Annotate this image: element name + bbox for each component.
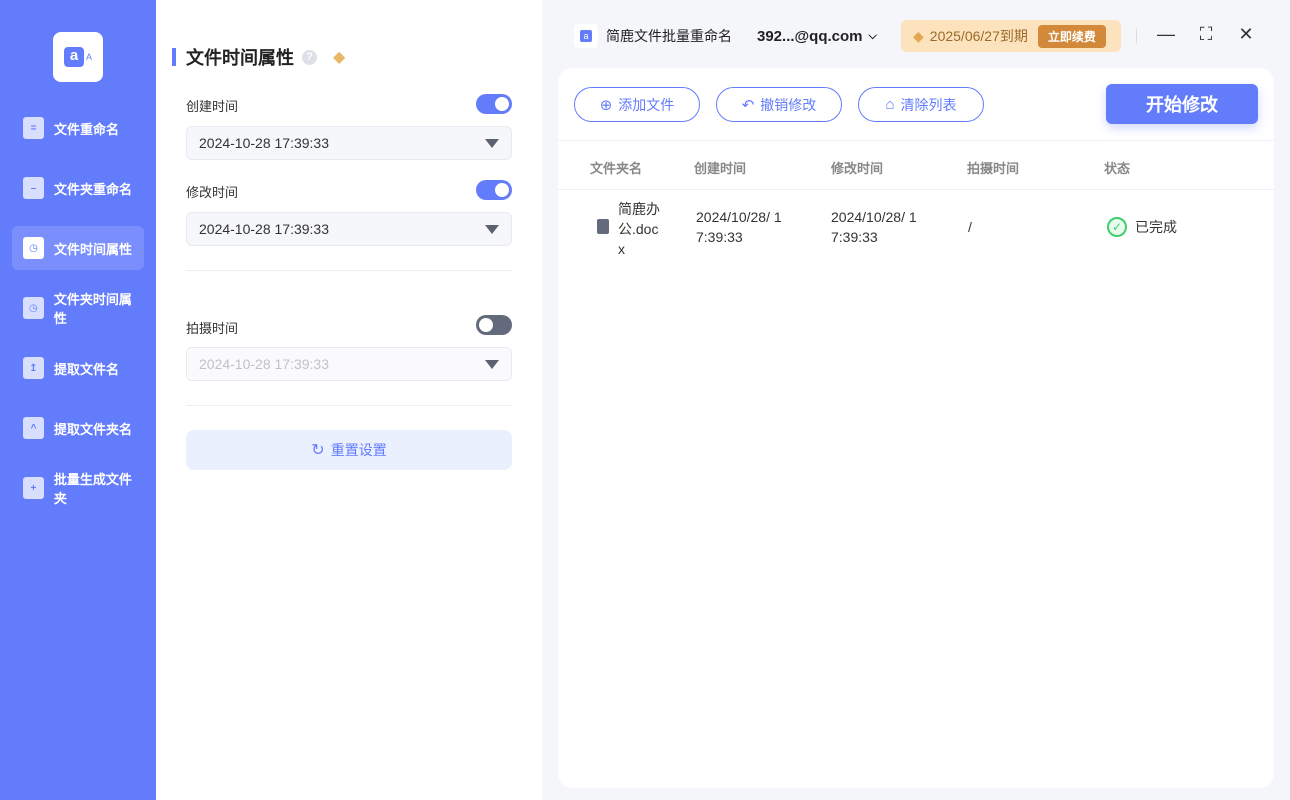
refresh-icon: ↻: [311, 442, 325, 459]
settings-panel: [156, 0, 542, 800]
shot-cell: /: [968, 219, 972, 235]
close-button[interactable]: ✕: [1234, 24, 1258, 48]
dropdown-arrow-icon: [485, 360, 499, 369]
add-file-button[interactable]: ⊕ 添加文件: [574, 87, 700, 122]
account-email: 392...@qq.com: [757, 27, 863, 45]
sidebar-item-folder-rename[interactable]: – 文件夹重命名: [12, 166, 144, 210]
vip-icon: ◆: [913, 27, 924, 44]
sidebar-item-label: 文件夹重命名: [54, 181, 133, 197]
panel-title: 文件时间属性? ◆: [172, 44, 345, 70]
reset-label: 重置设置: [330, 442, 387, 458]
table-row[interactable]: 简鹿办 公.doc x 2024/10/28/ 1 7:39:33 2024/10/2…: [558, 195, 1274, 257]
file-list-card: [558, 68, 1274, 788]
app-logo-small: a: [574, 24, 598, 48]
app-name: 简鹿文件批量重命名: [606, 28, 732, 44]
shot-time-toggle[interactable]: [476, 315, 512, 335]
sidebar-item-label: 文件重命名: [54, 121, 120, 137]
sidebar-item-batch-create-folders[interactable]: + 批量生成文件夹: [12, 466, 144, 510]
undo-icon: ↶: [741, 96, 755, 114]
sidebar-item-file-time[interactable]: ◷ 文件时间属性: [12, 226, 144, 270]
divider: [186, 405, 512, 406]
sidebar-item-label: 文件时间属性: [54, 241, 133, 257]
sidebar-item-extract-filename[interactable]: ↥ 提取文件名: [12, 346, 144, 390]
column-header-shot: 拍摄时间: [967, 161, 1020, 176]
undo-label: 撤销修改: [760, 96, 817, 113]
reset-settings-button[interactable]: ↻ 重置设置: [186, 430, 512, 470]
folder-up-icon: ^: [23, 417, 44, 439]
start-button[interactable]: 开始修改: [1106, 84, 1258, 124]
vip-expiry: 2025/06/27到期: [929, 28, 1028, 44]
file-icon: =: [23, 117, 44, 139]
shot-time-select[interactable]: 2024-10-28 17:39:33: [186, 347, 512, 381]
modified-time-select[interactable]: 2024-10-28 17:39:33: [186, 212, 512, 246]
sidebar-item-extract-foldername[interactable]: ^ 提取文件夹名: [12, 406, 144, 450]
modified-time-toggle[interactable]: [476, 180, 512, 200]
column-header-status: 状态: [1104, 161, 1131, 176]
help-icon[interactable]: ?: [302, 49, 317, 65]
created-cell: 2024/10/28/ 1 7:39:33: [696, 209, 782, 245]
divider: [558, 140, 1274, 141]
sidebar-item-folder-time[interactable]: ◷ 文件夹时间属性: [12, 286, 144, 330]
clear-list-button[interactable]: ⌂ 清除列表: [858, 87, 984, 122]
dropdown-arrow-icon: [485, 139, 499, 148]
sidebar-item-label: 提取文件夹名: [54, 421, 133, 437]
app-title: a 简鹿文件批量重命名: [574, 22, 732, 50]
maximize-button[interactable]: ⛶: [1194, 24, 1218, 48]
sidebar: aA = 文件重命名 – 文件夹重命名 ◷ 文件时间属性 ◷ 文件夹时间属性 ↥ 提取文件…: [0, 0, 156, 800]
folder-icon: –: [23, 177, 44, 199]
file-clock-icon: ◷: [23, 237, 44, 259]
sidebar-item-label: 文件夹时间属性: [53, 292, 132, 326]
undo-button[interactable]: ↶ 撤销修改: [716, 87, 842, 122]
folder-clock-icon: ◷: [23, 297, 44, 319]
sidebar-item-file-rename[interactable]: = 文件重命名: [12, 106, 144, 150]
column-header-modified: 修改时间: [831, 161, 884, 176]
check-circle-icon: ✓: [1107, 217, 1127, 237]
created-time-toggle[interactable]: [476, 94, 512, 114]
app-logo: aA: [53, 32, 103, 82]
shot-time-value: 2024-10-28 17:39:33: [199, 356, 329, 372]
shot-time-label: 拍摄时间: [186, 321, 239, 336]
folder-add-icon: +: [23, 477, 44, 499]
divider: [558, 189, 1274, 190]
file-icon: [597, 219, 609, 234]
status-text: 已完成: [1135, 219, 1177, 235]
created-time-select[interactable]: 2024-10-28 17:39:33: [186, 126, 512, 160]
divider: [1136, 28, 1137, 44]
chevron-down-icon: ⌵: [868, 29, 877, 42]
modified-time-value: 2024-10-28 17:39:33: [199, 221, 329, 237]
panel-title-text: 文件时间属性: [186, 48, 294, 68]
dropdown-arrow-icon: [485, 225, 499, 234]
clear-list-label: 清除列表: [900, 96, 957, 113]
minimize-button[interactable]: —: [1154, 24, 1178, 48]
vip-badge-icon: ◆: [333, 49, 346, 66]
upload-file-icon: ↥: [23, 357, 44, 379]
add-file-icon: ⊕: [599, 96, 613, 114]
vip-status: ◆ 2025/06/27到期 立即续费: [901, 20, 1121, 52]
status-cell: ✓ 已完成: [1107, 217, 1177, 237]
modified-time-label: 修改时间: [186, 185, 239, 200]
column-header-created: 创建时间: [694, 161, 747, 176]
column-header-name: 文件夹名: [590, 161, 643, 176]
account-menu[interactable]: 392...@qq.com ⌵: [757, 22, 877, 50]
sidebar-item-label: 提取文件名: [54, 361, 120, 377]
file-name: 简鹿办 公.doc x: [618, 201, 660, 257]
add-file-label: 添加文件: [618, 96, 675, 113]
sidebar-item-label: 批量生成文件夹: [53, 472, 132, 506]
divider: [186, 270, 512, 271]
created-time-label: 创建时间: [186, 99, 239, 114]
renew-button[interactable]: 立即续费: [1037, 24, 1106, 48]
created-time-value: 2024-10-28 17:39:33: [199, 135, 329, 151]
broom-icon: ⌂: [885, 96, 895, 113]
modified-cell: 2024/10/28/ 1 7:39:33: [831, 209, 917, 245]
